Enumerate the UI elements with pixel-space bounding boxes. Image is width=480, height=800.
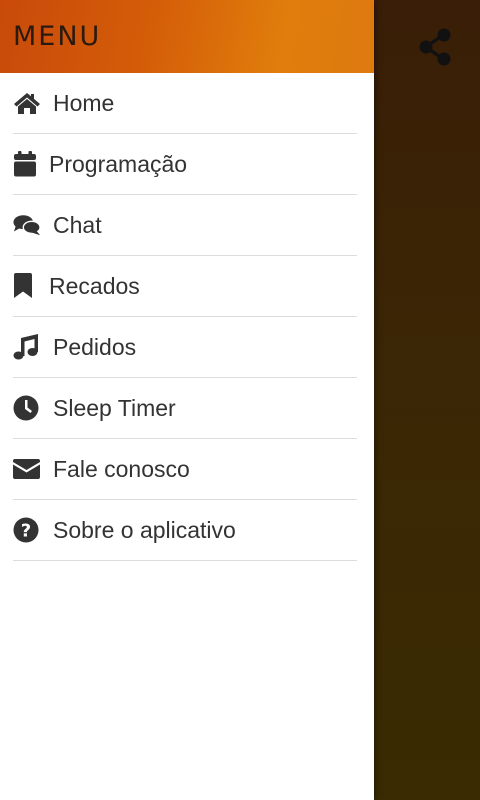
- menu-item-programacao[interactable]: Programação: [13, 134, 357, 195]
- drawer-header: MENU: [0, 0, 374, 73]
- envelope-icon: [13, 455, 41, 483]
- music-note-icon: [13, 333, 41, 361]
- menu-item-label: Sleep Timer: [53, 394, 176, 421]
- share-button[interactable]: [414, 26, 456, 68]
- menu-item-label: Pedidos: [53, 333, 137, 360]
- menu-item-pedidos[interactable]: Pedidos: [13, 317, 357, 378]
- menu-item-label: Programação: [49, 150, 188, 177]
- clock-icon: [13, 394, 41, 422]
- drawer-title: MENU: [13, 21, 102, 52]
- home-icon: [13, 89, 41, 117]
- bookmark-icon: [13, 272, 41, 300]
- calendar-icon: [13, 150, 41, 178]
- menu-item-label: Sobre o aplicativo: [53, 516, 236, 543]
- svg-text:?: ?: [21, 521, 31, 542]
- question-circle-icon: ?: [13, 516, 41, 544]
- menu-list: Home Programação Chat Recados Pedidos Sl…: [0, 73, 374, 561]
- chat-icon: [13, 211, 41, 239]
- menu-item-label: Recados: [49, 272, 140, 299]
- menu-item-recados[interactable]: Recados: [13, 256, 357, 317]
- menu-item-sobre-o-aplicativo[interactable]: ? Sobre o aplicativo: [13, 500, 357, 561]
- menu-item-chat[interactable]: Chat: [13, 195, 357, 256]
- menu-item-label: Fale conosco: [53, 455, 190, 482]
- menu-item-label: Chat: [53, 211, 102, 238]
- menu-item-sleep-timer[interactable]: Sleep Timer: [13, 378, 357, 439]
- menu-item-fale-conosco[interactable]: Fale conosco: [13, 439, 357, 500]
- menu-item-home[interactable]: Home: [13, 73, 357, 134]
- navigation-drawer: MENU Home Programação Chat Recados Pedid…: [0, 0, 374, 800]
- share-icon: [419, 28, 451, 66]
- menu-item-label: Home: [53, 89, 115, 116]
